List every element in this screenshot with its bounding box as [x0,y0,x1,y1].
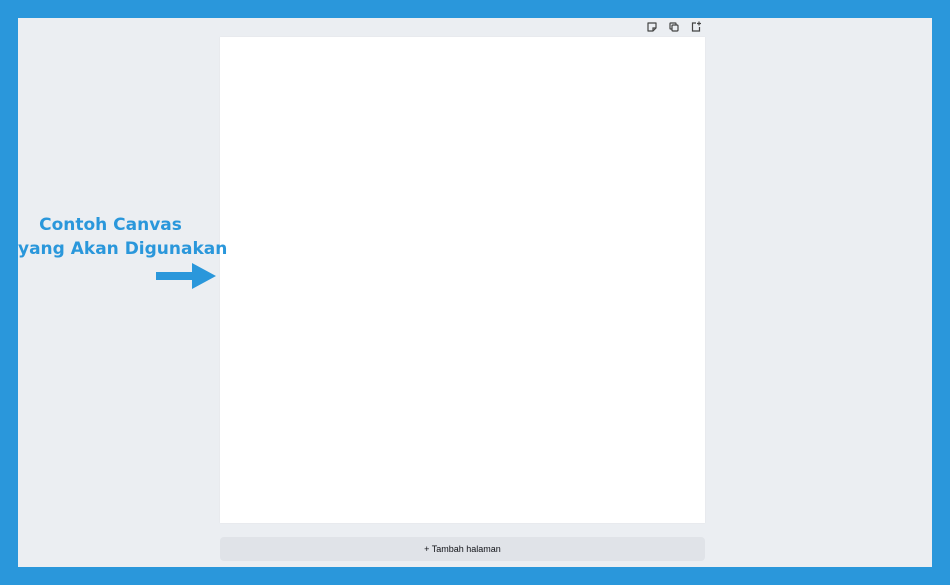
annotation-line-1: Contoh Canvas [39,215,182,235]
duplicate-icon[interactable] [666,19,682,35]
canvas-page[interactable] [220,37,705,523]
annotation-text: Contoh Canvas yang Akan Digunakan [18,213,228,261]
note-icon[interactable] [644,19,660,35]
add-page-icon[interactable] [688,19,704,35]
arrow-right-icon [156,263,216,289]
page-toolbar [644,18,734,35]
editor-workspace: + Tambah halaman Contoh Canvas yang Akan… [18,18,932,567]
annotation-line-2: yang Akan Digunakan [18,239,228,259]
add-page-button[interactable]: + Tambah halaman [220,537,705,561]
